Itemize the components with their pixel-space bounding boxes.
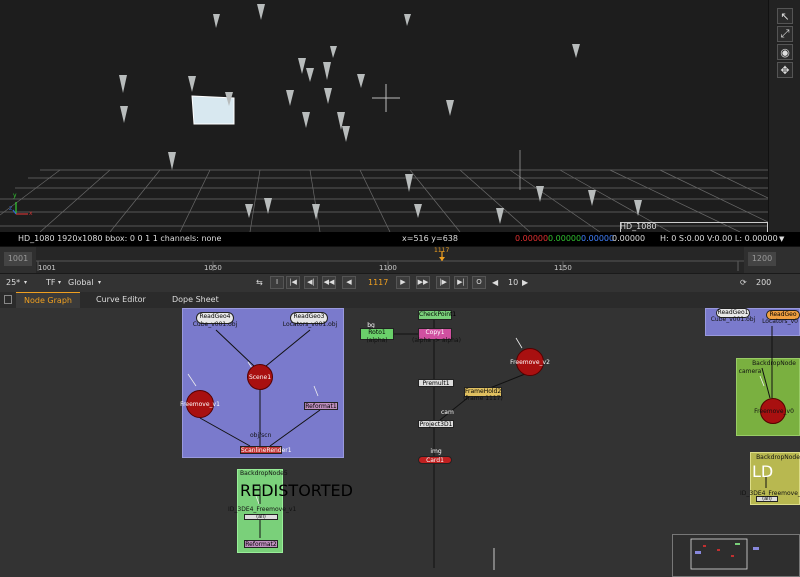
hsv-readout: H: 0 S:0.00 V:0.00 L: 0.00000 (660, 234, 778, 243)
in-frame[interactable]: 1001 (4, 252, 32, 266)
readgeo1-file: Cube_v001.obj (710, 316, 756, 323)
camera-label: camera (738, 368, 762, 375)
checkpoint-node[interactable]: CheckPoint1 (418, 310, 456, 320)
timeline-track[interactable]: 1001 1050 1100 1150 1117 (36, 247, 744, 274)
readgeo3-file: Locators_v001.obj (282, 321, 338, 328)
project3d-node[interactable]: Project3D1 (418, 420, 454, 428)
rotate-tool-icon[interactable]: ◉ (777, 44, 793, 60)
alpha-value: 0.00000 (612, 234, 646, 243)
reformat1-node[interactable]: Reformat1 (304, 402, 338, 410)
out-point-button[interactable]: O (472, 276, 486, 289)
backdrop5-title: BackdropNode5 (240, 470, 288, 477)
freemove-v2-label: Freemove_v2 (510, 359, 550, 366)
format-box (620, 222, 768, 232)
first-frame-button[interactable]: |◀ (286, 276, 300, 289)
reformat2-node[interactable]: Reformat2 (244, 540, 278, 548)
cam-pipe-label: cam (441, 409, 454, 416)
backdrop-right2-title: BackdropNode (756, 454, 800, 461)
out-frame[interactable]: 1200 (748, 252, 776, 266)
viewer-3d[interactable]: y x z HD_1080 (0, 0, 768, 232)
tick-label: 1050 (204, 264, 222, 272)
tab-curve-editor[interactable]: Curve Editor (88, 292, 154, 308)
range-select[interactable]: Global (68, 276, 94, 289)
tde-node[interactable]: (all) (244, 514, 278, 520)
skip-forward-icon[interactable]: ▶ (522, 276, 528, 289)
tick-label: 1150 (554, 264, 572, 272)
format-info: HD_1080 1920x1080 bbox: 0 0 1 1 channels… (18, 234, 222, 243)
move-axis-icon[interactable]: ⤢ (777, 26, 793, 42)
select-tool-icon[interactable]: ↖ (777, 8, 793, 24)
cursor-coords: x=516 y=638 (402, 234, 458, 243)
readgeo-right-file: Locators_v0 (762, 318, 798, 325)
ld-label: LD (752, 462, 774, 481)
step-forward-button[interactable]: ▶▶ (416, 276, 430, 289)
step-back-button[interactable]: ◀◀ (322, 276, 336, 289)
node-graph[interactable]: ReadGeo4 Cube_v001.obj ReadGeo3 Locators… (0, 308, 800, 577)
axis-y-label: y (13, 192, 17, 199)
tde-right-node[interactable]: (all) (756, 496, 778, 502)
green-value: 0.00000 (548, 234, 582, 243)
chevron-down-icon[interactable]: ▾ (98, 276, 101, 289)
axis-x-label: x (29, 210, 33, 217)
chevron-down-icon[interactable]: ▾ (58, 276, 61, 289)
tde-node-label: ID_3DE4_Freemove_v1 (228, 506, 297, 513)
scanline-render-node[interactable]: ScanlineRender1 (240, 446, 292, 454)
premult-node[interactable]: Premult1 (418, 379, 454, 387)
tab-node-graph[interactable]: Node Graph (16, 292, 80, 308)
current-frame-field[interactable]: 1117 (368, 276, 388, 289)
graph-minimap[interactable] (672, 534, 800, 577)
loop-icon[interactable]: ⟳ (740, 276, 747, 289)
viewer-canvas (0, 4, 768, 232)
fps-select[interactable]: 25* (6, 276, 20, 289)
end-frame-field[interactable]: 200 (756, 276, 771, 289)
last-frame-button[interactable]: ▶| (454, 276, 468, 289)
viewer-toolbar: ↖ ⤢ ◉ ✥ (768, 0, 800, 232)
increment-field[interactable]: 10 (508, 276, 518, 289)
tab-dope-sheet[interactable]: Dope Sheet (164, 292, 227, 308)
viewer-info-bar: HD_1080 1920x1080 bbox: 0 0 1 1 channels… (0, 232, 800, 246)
card1-node[interactable]: Card1 (418, 456, 452, 464)
chevron-down-icon[interactable]: ▾ (24, 276, 27, 289)
play-forward-button[interactable]: ▶ (396, 276, 410, 289)
panel-menu-icon[interactable] (4, 295, 12, 304)
freemove-v1-label: Freemove_v1 (180, 401, 220, 408)
next-keyframe-button[interactable]: |▶ (436, 276, 450, 289)
panel-tabs: Node Graph Curve Editor Dope Sheet (0, 292, 800, 309)
img-pipe-label: img (430, 448, 442, 455)
axis-z-label: z (9, 205, 13, 212)
scene1-label: Scene1 (248, 374, 272, 381)
play-backward-button[interactable]: ◀ (342, 276, 356, 289)
redistorted-label: REDISTORTED (240, 481, 353, 500)
blue-value: 0.00000 (581, 234, 615, 243)
tick-label: 1001 (38, 264, 56, 272)
playback-controls: 25* ▾ TF ▾ Global ▾ ⇆ I |◀ ◀| ◀◀ ◀ 1117 … (0, 273, 800, 293)
tf-select[interactable]: TF (46, 276, 56, 289)
roto1-sub: (alpha) (366, 337, 388, 344)
chevron-down-icon[interactable]: ▼ (779, 232, 784, 246)
crosshair (372, 84, 400, 112)
skip-back-icon[interactable]: ◀ (492, 276, 498, 289)
ground-grid (0, 150, 768, 232)
in-point-button[interactable]: I (270, 276, 284, 289)
tick-label: 1100 (379, 264, 397, 272)
timeline[interactable]: 1001 1001 1050 1100 1150 1117 1200 (0, 246, 800, 274)
backdrop-right1-title: BackdropNode (752, 360, 796, 367)
pivot-tool-icon[interactable]: ✥ (777, 62, 793, 78)
obj-scene-label: obj/scn (250, 432, 272, 439)
prev-keyframe-button[interactable]: ◀| (304, 276, 318, 289)
playback-mode-icon[interactable]: ⇆ (256, 276, 263, 289)
copy1-sub: (alpha -> alpha) (412, 337, 461, 344)
red-value: 0.00000 (515, 234, 549, 243)
current-frame-marker: 1117 (434, 247, 450, 254)
framehold-sub: (frame 1117) (463, 395, 503, 402)
readgeo4-file: Cube_v001.obj (192, 321, 238, 328)
freemove-right-label: Freemove_v0 (754, 408, 794, 415)
